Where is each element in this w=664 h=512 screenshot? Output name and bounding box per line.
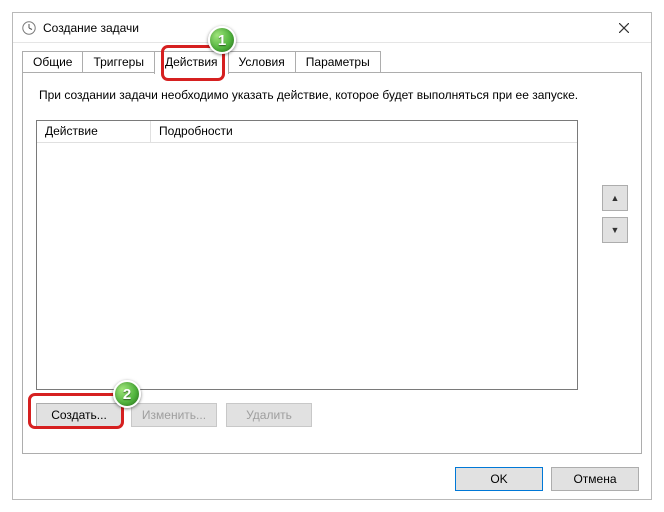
dialog-window: Создание задачи Общие Триггеры Действия …: [12, 12, 652, 500]
edit-button: Изменить...: [131, 403, 217, 427]
column-details[interactable]: Подробности: [151, 121, 577, 143]
triangle-up-icon: ▲: [611, 193, 620, 203]
triangle-down-icon: ▼: [611, 225, 620, 235]
window-title: Создание задачи: [43, 21, 601, 35]
tab-general[interactable]: Общие: [22, 51, 83, 73]
ok-button[interactable]: OK: [455, 467, 543, 491]
tab-actions[interactable]: Действия: [154, 51, 229, 74]
move-up-button[interactable]: ▲: [602, 185, 628, 211]
tab-triggers[interactable]: Триггеры: [82, 51, 155, 73]
column-action[interactable]: Действие: [37, 121, 151, 143]
create-button[interactable]: Создать...: [36, 403, 122, 427]
instruction-text: При создании задачи необходимо указать д…: [39, 88, 578, 102]
title-bar: Создание задачи: [13, 13, 651, 43]
tab-strip: Общие Триггеры Действия Условия Параметр…: [22, 51, 380, 73]
list-header: Действие Подробности: [37, 121, 577, 143]
action-buttons-row: Создать... Изменить... Удалить: [36, 403, 312, 427]
tab-settings[interactable]: Параметры: [295, 51, 381, 73]
close-button[interactable]: [601, 14, 647, 42]
actions-list[interactable]: Действие Подробности: [36, 120, 578, 390]
badge-2: 2: [113, 380, 141, 408]
badge-1: 1: [208, 26, 236, 54]
clock-icon: [21, 20, 37, 36]
dialog-footer: OK Отмена: [455, 467, 639, 491]
move-down-button[interactable]: ▼: [602, 217, 628, 243]
cancel-button[interactable]: Отмена: [551, 467, 639, 491]
tab-conditions[interactable]: Условия: [228, 51, 296, 73]
delete-button: Удалить: [226, 403, 312, 427]
